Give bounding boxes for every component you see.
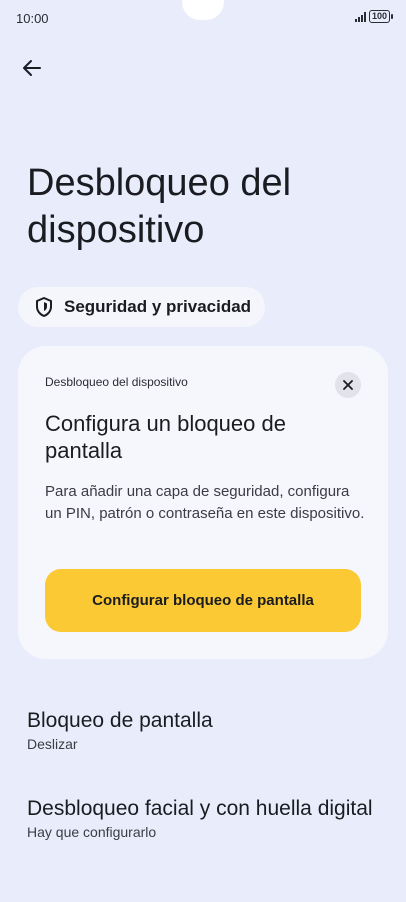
chip-label: Seguridad y privacidad: [64, 297, 252, 316]
camera-notch: [182, 0, 224, 20]
status-time: 10:00: [16, 11, 49, 26]
setting-title: Desbloqueo facial y con huella digital: [27, 797, 373, 820]
arrow-left-icon: [23, 60, 41, 76]
setting-face-fingerprint-unlock[interactable]: Desbloqueo facial y con huella digital H…: [27, 795, 377, 842]
setting-title: Bloqueo de pantalla: [27, 709, 213, 732]
card-overline: Desbloqueo del dispositivo: [45, 375, 188, 389]
close-icon: [343, 380, 353, 390]
setting-subtitle: Deslizar: [27, 736, 78, 752]
status-bar: 10:00 100: [0, 0, 406, 38]
setting-subtitle: Hay que configurarlo: [27, 824, 157, 840]
card-body: Para añadir una capa de seguridad, confi…: [45, 483, 365, 522]
back-button[interactable]: [18, 54, 46, 82]
setting-screen-lock[interactable]: Bloqueo de pantalla Deslizar: [27, 707, 377, 754]
status-icons: 100: [354, 10, 394, 23]
page-title: Desbloqueo del dispositivo: [27, 162, 292, 251]
card-close-button[interactable]: [335, 372, 361, 398]
card-title: Configura un bloqueo de pantalla: [45, 411, 286, 463]
shield-icon: [36, 297, 52, 317]
configure-lock-button[interactable]: Configurar bloqueo de pantalla: [45, 569, 361, 632]
setup-lock-card: Desbloqueo del dispositivo Configura un …: [18, 346, 388, 659]
battery-icon: 100: [368, 10, 394, 23]
signal-icon: [354, 11, 366, 22]
category-chip[interactable]: Seguridad y privacidad: [18, 287, 266, 327]
